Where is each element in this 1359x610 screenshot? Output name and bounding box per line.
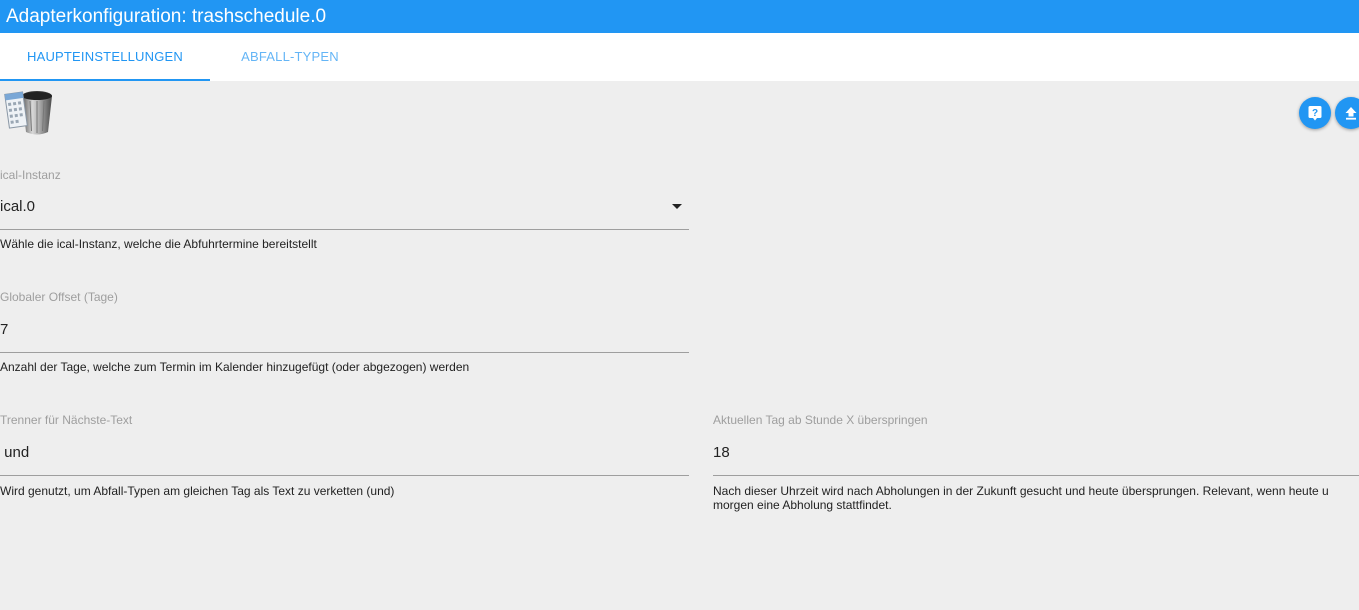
upload-icon — [1345, 107, 1357, 120]
window-title: Adapterkonfiguration: trashschedule.0 — [0, 0, 1359, 33]
separator-label: Trenner für Nächste-Text — [0, 413, 133, 427]
ical-instance-underline — [0, 229, 689, 230]
tab-main-settings[interactable]: HAUPTEINSTELLUNGEN — [0, 33, 210, 81]
global-offset-helper: Anzahl der Tage, welche zum Termin im Ka… — [0, 360, 470, 374]
active-tab-indicator — [0, 79, 210, 81]
ical-instance-value: ical.0 — [0, 198, 36, 215]
global-offset-input[interactable]: 7 — [0, 321, 689, 345]
skip-hour-helper-line2: morgen eine Abholung stattfindet. — [713, 498, 892, 512]
global-offset-underline — [0, 352, 689, 353]
global-offset-label: Globaler Offset (Tage) — [0, 290, 118, 304]
help-icon: ? — [1308, 106, 1322, 121]
separator-underline — [0, 475, 689, 476]
svg-text:?: ? — [1312, 108, 1318, 119]
help-button[interactable]: ? — [1299, 97, 1331, 129]
tab-waste-types[interactable]: ABFALL-TYPEN — [210, 33, 370, 81]
skip-hour-underline — [713, 475, 1359, 476]
separator-input[interactable]: und — [0, 444, 689, 468]
ical-instance-label: ical-Instanz — [0, 168, 61, 182]
adapter-config-page: Adapterkonfiguration: trashschedule.0 HA… — [0, 0, 1359, 610]
ical-instance-helper: Wähle die ical-Instanz, welche die Abfuh… — [0, 237, 317, 251]
trash-can-icon — [4, 87, 56, 139]
chevron-down-icon[interactable] — [672, 204, 682, 209]
tab-bar: HAUPTEINSTELLUNGEN ABFALL-TYPEN — [0, 33, 1359, 81]
separator-helper: Wird genutzt, um Abfall-Typen am gleiche… — [0, 484, 395, 498]
skip-hour-label: Aktuellen Tag ab Stunde X überspringen — [713, 413, 928, 427]
skip-hour-helper-line1: Nach dieser Uhrzeit wird nach Abholungen… — [713, 484, 1329, 498]
skip-hour-input[interactable]: 18 — [713, 444, 1359, 468]
ical-instance-select[interactable]: ical.0 — [0, 198, 689, 222]
upload-button[interactable] — [1335, 97, 1359, 129]
